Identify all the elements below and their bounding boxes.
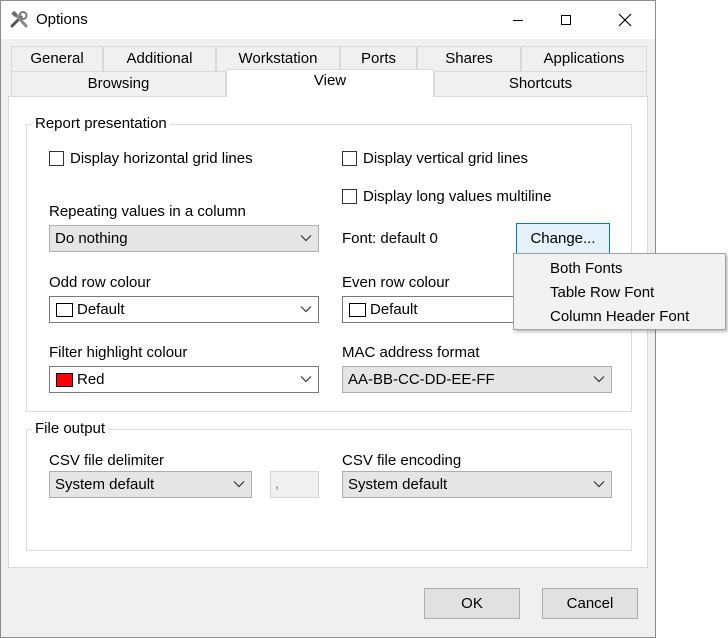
odd-row-label: Odd row colour xyxy=(49,274,151,291)
tab-label: Applications xyxy=(543,50,625,67)
tab-label: View xyxy=(313,72,347,89)
filter-highlight-colour-combo[interactable]: Red xyxy=(49,366,319,393)
tab-general[interactable]: General xyxy=(11,46,103,72)
combo-value: System default xyxy=(348,476,448,493)
chevron-down-icon xyxy=(300,376,312,383)
horizontal-grid-label[interactable]: Display horizontal grid lines xyxy=(70,150,253,167)
repeating-values-label: Repeating values in a column xyxy=(49,203,246,220)
colour-swatch xyxy=(349,303,366,317)
ok-button[interactable]: OK xyxy=(424,588,520,619)
combo-value: Do nothing xyxy=(55,230,128,247)
csv-delimiter-combo[interactable]: System default xyxy=(49,471,252,498)
maximize-icon xyxy=(561,15,571,25)
chevron-down-icon xyxy=(593,481,605,488)
menu-item-table-row-font[interactable]: Table Row Font xyxy=(550,284,654,301)
change-font-button[interactable]: Change... xyxy=(516,223,610,254)
tab-label: Workstation xyxy=(238,50,318,67)
font-change-menu: Both Fonts Table Row Font Column Header … xyxy=(513,253,726,330)
tab-label: Ports xyxy=(360,50,396,67)
cancel-label: Cancel xyxy=(566,595,614,612)
combo-value: Red xyxy=(77,371,105,388)
tab-view[interactable]: View xyxy=(226,69,434,97)
csv-encoding-combo[interactable]: System default xyxy=(342,471,612,498)
combo-value: AA-BB-CC-DD-EE-FF xyxy=(348,371,495,388)
vertical-grid-label[interactable]: Display vertical grid lines xyxy=(363,150,528,167)
even-row-label: Even row colour xyxy=(342,274,450,291)
colour-swatch xyxy=(56,303,73,317)
ok-label: OK xyxy=(461,595,483,612)
combo-value: Default xyxy=(370,301,418,318)
csv-encoding-label: CSV file encoding xyxy=(342,452,462,469)
tab-additional[interactable]: Additional xyxy=(103,46,216,72)
tab-label: Browsing xyxy=(87,75,150,92)
close-icon xyxy=(618,13,632,27)
long-values-label[interactable]: Display long values multiline xyxy=(363,188,551,205)
chevron-down-icon xyxy=(593,376,605,383)
font-label: Font: default 0 xyxy=(342,230,438,247)
delimiter-char-input[interactable]: , xyxy=(270,471,319,498)
minimize-icon xyxy=(513,20,523,21)
tab-browsing[interactable]: Browsing xyxy=(11,71,226,97)
tools-icon xyxy=(10,11,28,28)
tab-label: General xyxy=(30,50,84,67)
cancel-button[interactable]: Cancel xyxy=(542,588,638,619)
title-bar[interactable]: Options xyxy=(1,1,655,39)
repeating-values-combo[interactable]: Do nothing xyxy=(49,225,319,252)
chevron-down-icon xyxy=(300,306,312,313)
menu-item-both-fonts[interactable]: Both Fonts xyxy=(550,260,623,277)
minimize-button[interactable] xyxy=(495,1,541,39)
combo-value: Default xyxy=(77,301,125,318)
delimiter-char-value: , xyxy=(275,475,280,492)
long-values-checkbox[interactable] xyxy=(342,189,357,204)
odd-row-colour-combo[interactable]: Default xyxy=(49,296,319,323)
horizontal-grid-checkbox[interactable] xyxy=(49,151,64,166)
mac-format-label: MAC address format xyxy=(342,344,480,361)
colour-swatch xyxy=(56,373,73,387)
tab-applications[interactable]: Applications xyxy=(521,46,647,72)
tab-label: Shortcuts xyxy=(508,75,573,92)
vertical-grid-checkbox[interactable] xyxy=(342,151,357,166)
filter-highlight-label: Filter highlight colour xyxy=(49,344,188,361)
combo-value: System default xyxy=(55,476,155,493)
change-font-label: Change... xyxy=(530,230,596,247)
window-title: Options xyxy=(36,11,88,28)
mac-format-combo[interactable]: AA-BB-CC-DD-EE-FF xyxy=(342,366,612,393)
maximize-button[interactable] xyxy=(543,1,589,39)
file-output-label: File output xyxy=(32,420,109,437)
tab-shortcuts[interactable]: Shortcuts xyxy=(434,71,647,97)
menu-item-column-header-font[interactable]: Column Header Font xyxy=(550,308,689,325)
chevron-down-icon xyxy=(233,481,245,488)
csv-delimiter-label: CSV file delimiter xyxy=(49,452,165,469)
report-presentation-label: Report presentation xyxy=(32,115,170,132)
tab-label: Shares xyxy=(445,50,493,67)
tab-label: Additional xyxy=(126,50,193,67)
close-button[interactable] xyxy=(602,1,648,39)
chevron-down-icon xyxy=(300,235,312,242)
